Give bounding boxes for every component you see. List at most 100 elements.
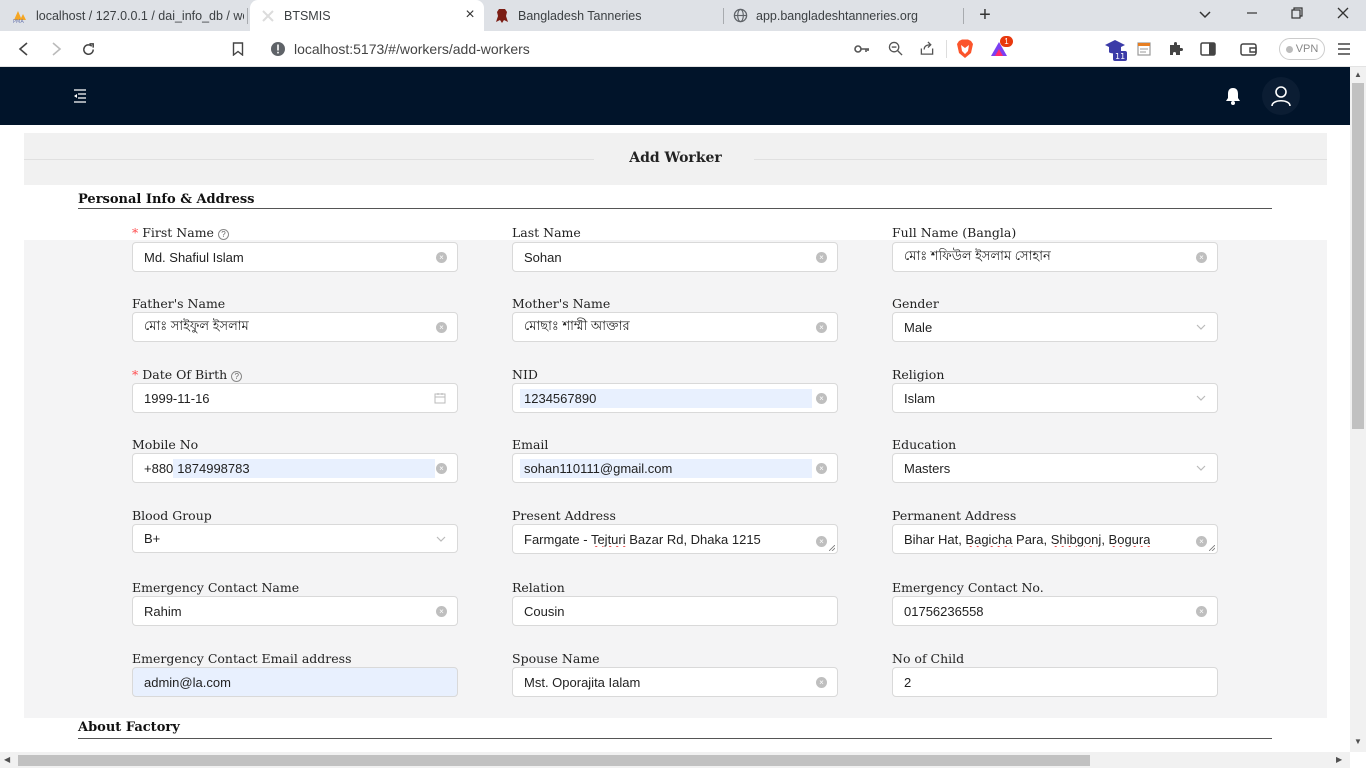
menu-fold-icon[interactable] [70, 86, 90, 106]
blood-group-field: Blood Group B+ [132, 508, 458, 553]
clear-icon[interactable]: × [816, 677, 827, 688]
relation-label: Relation [512, 580, 565, 595]
extension-grad-cap-icon[interactable]: 11 [1102, 37, 1130, 61]
nid-label: NID [512, 367, 538, 382]
notification-bell-icon[interactable] [1223, 86, 1243, 106]
first-name-input[interactable]: Md. Shafiul Islam × [132, 242, 458, 272]
resize-handle-icon[interactable] [829, 545, 835, 551]
section-title-personal: Personal Info & Address [78, 192, 255, 207]
clear-icon[interactable]: × [816, 536, 827, 547]
relation-field: Relation Cousin [512, 580, 838, 626]
education-field: Education Masters [892, 437, 1218, 483]
relation-input[interactable]: Cousin [512, 596, 838, 626]
browser-tab-app-bangladeshtanneries[interactable]: app.bangladeshtanneries.org [732, 0, 962, 31]
page-content: Add Worker Personal Info & Address * Firs… [0, 125, 1350, 752]
new-tab-button[interactable]: + [974, 4, 996, 26]
email-field: Email sohan110111@gmail.com × [512, 437, 838, 483]
clear-icon[interactable]: × [816, 463, 827, 474]
clear-icon[interactable]: × [436, 463, 447, 474]
nid-input[interactable]: 1234567890 × [512, 383, 838, 413]
required-marker: * [132, 225, 139, 240]
scroll-up-arrow-icon[interactable]: ▲ [1354, 70, 1362, 79]
sidebar-toggle-icon[interactable] [1196, 37, 1220, 61]
resize-handle-icon[interactable] [1209, 545, 1215, 551]
close-window-button[interactable] [1331, 4, 1355, 26]
mothers-name-input[interactable]: মোছাঃ শাম্মী আক্তার × [512, 312, 838, 342]
help-icon[interactable]: ? [231, 371, 243, 382]
emergency-name-input[interactable]: Rahim × [132, 596, 458, 626]
share-icon[interactable] [919, 41, 935, 61]
zoom-out-icon[interactable] [888, 41, 903, 61]
vertical-scrollbar[interactable]: ▲ ▼ [1350, 67, 1366, 752]
calendar-icon[interactable] [434, 392, 446, 404]
browser-tab-phpmyadmin[interactable]: PMA localhost / 127.0.0.1 / dai_info_db … [12, 0, 244, 31]
fathers-name-input[interactable]: মোঃ সাইফুল ইসলাম × [132, 312, 458, 342]
hide-leather-icon [494, 8, 510, 24]
address-bar[interactable]: localhost:5173/#/workers/add-workers 1 [262, 34, 1018, 64]
emergency-email-label: Emergency Contact Email address [132, 651, 352, 666]
clear-icon[interactable]: × [816, 393, 827, 404]
horizontal-scrollbar[interactable]: ◀ ▶ [0, 752, 1350, 768]
mobile-input[interactable]: +880 1874998783 × [132, 453, 458, 483]
user-avatar-button[interactable] [1262, 77, 1300, 115]
browser-menu-icon[interactable] [1332, 37, 1356, 61]
blood-group-select[interactable]: B+ [132, 524, 458, 553]
vpn-button[interactable]: VPN [1279, 38, 1325, 60]
last-name-input[interactable]: Sohan × [512, 242, 838, 272]
full-name-bangla-input[interactable]: মোঃ শফিউল ইসলাম সোহান × [892, 242, 1218, 272]
education-select[interactable]: Masters [892, 453, 1218, 483]
extensions-puzzle-icon[interactable] [1164, 37, 1188, 61]
spouse-name-input[interactable]: Mst. Oporajita Ialam × [512, 667, 838, 697]
gender-select[interactable]: Male [892, 312, 1218, 342]
restore-window-button[interactable] [1285, 4, 1309, 26]
extension-notes-icon[interactable] [1132, 37, 1156, 61]
scroll-right-arrow-icon[interactable]: ▶ [1336, 755, 1342, 764]
clear-icon[interactable]: × [816, 252, 827, 263]
scroll-left-arrow-icon[interactable]: ◀ [4, 755, 10, 764]
emergency-email-input[interactable]: admin@la.com [132, 667, 458, 697]
clear-icon[interactable]: × [1196, 252, 1207, 263]
present-address-textarea[interactable]: Farmgate - Tejturi Bazar Rd, Dhaka 1215 … [512, 524, 838, 554]
religion-select[interactable]: Islam [892, 383, 1218, 413]
user-icon [1271, 86, 1291, 107]
chevron-down-icon [436, 536, 446, 542]
help-icon[interactable]: ? [217, 229, 229, 240]
clear-icon[interactable]: × [436, 322, 447, 333]
dob-field: * Date Of Birth? 1999-11-16 [132, 367, 458, 413]
page-header: Add Worker [24, 133, 1327, 185]
horizontal-scroll-thumb[interactable] [18, 755, 1090, 766]
minimize-window-button[interactable] [1240, 4, 1264, 26]
fathers-name-label: Father's Name [132, 296, 226, 311]
browser-tab-btsmis[interactable]: BTSMIS × [250, 0, 484, 31]
permanent-address-textarea[interactable]: Bihar Hat, Bagicha Para, Shibgonj, Bogur… [892, 524, 1218, 554]
forward-button[interactable] [44, 37, 68, 61]
tab-search-chevron-icon[interactable] [1193, 4, 1217, 26]
back-button[interactable] [12, 37, 36, 61]
tab-title: BTSMIS [284, 8, 331, 23]
no-of-child-input[interactable]: 2 [892, 667, 1218, 697]
email-input[interactable]: sohan110111@gmail.com × [512, 453, 838, 483]
dob-input[interactable]: 1999-11-16 [132, 383, 458, 413]
emergency-no-input[interactable]: 01756236558 × [892, 596, 1218, 626]
tab-title: Bangladesh Tanneries [518, 8, 642, 23]
gender-label: Gender [892, 296, 939, 311]
clear-icon[interactable]: × [436, 252, 447, 263]
brave-shields-icon[interactable] [956, 39, 974, 64]
reload-button[interactable] [76, 37, 100, 61]
bookmark-icon[interactable] [226, 37, 250, 61]
clear-icon[interactable]: × [436, 606, 447, 617]
site-info-icon[interactable] [270, 41, 286, 62]
section-divider [78, 738, 1272, 739]
clear-icon[interactable]: × [816, 322, 827, 333]
key-icon[interactable] [854, 42, 870, 61]
clear-icon[interactable]: × [1196, 606, 1207, 617]
wallet-icon[interactable] [1236, 37, 1260, 61]
first-name-field: * First Name? Md. Shafiul Islam × [132, 225, 458, 272]
section-divider [78, 208, 1272, 209]
browser-tab-bangladesh-tanneries[interactable]: Bangladesh Tanneries [494, 0, 722, 31]
emergency-no-field: Emergency Contact No. 01756236558 × [892, 580, 1218, 626]
close-tab-icon[interactable]: × [462, 7, 478, 23]
vertical-scroll-thumb[interactable] [1352, 83, 1364, 429]
scroll-down-arrow-icon[interactable]: ▼ [1354, 737, 1362, 746]
clear-icon[interactable]: × [1196, 536, 1207, 547]
